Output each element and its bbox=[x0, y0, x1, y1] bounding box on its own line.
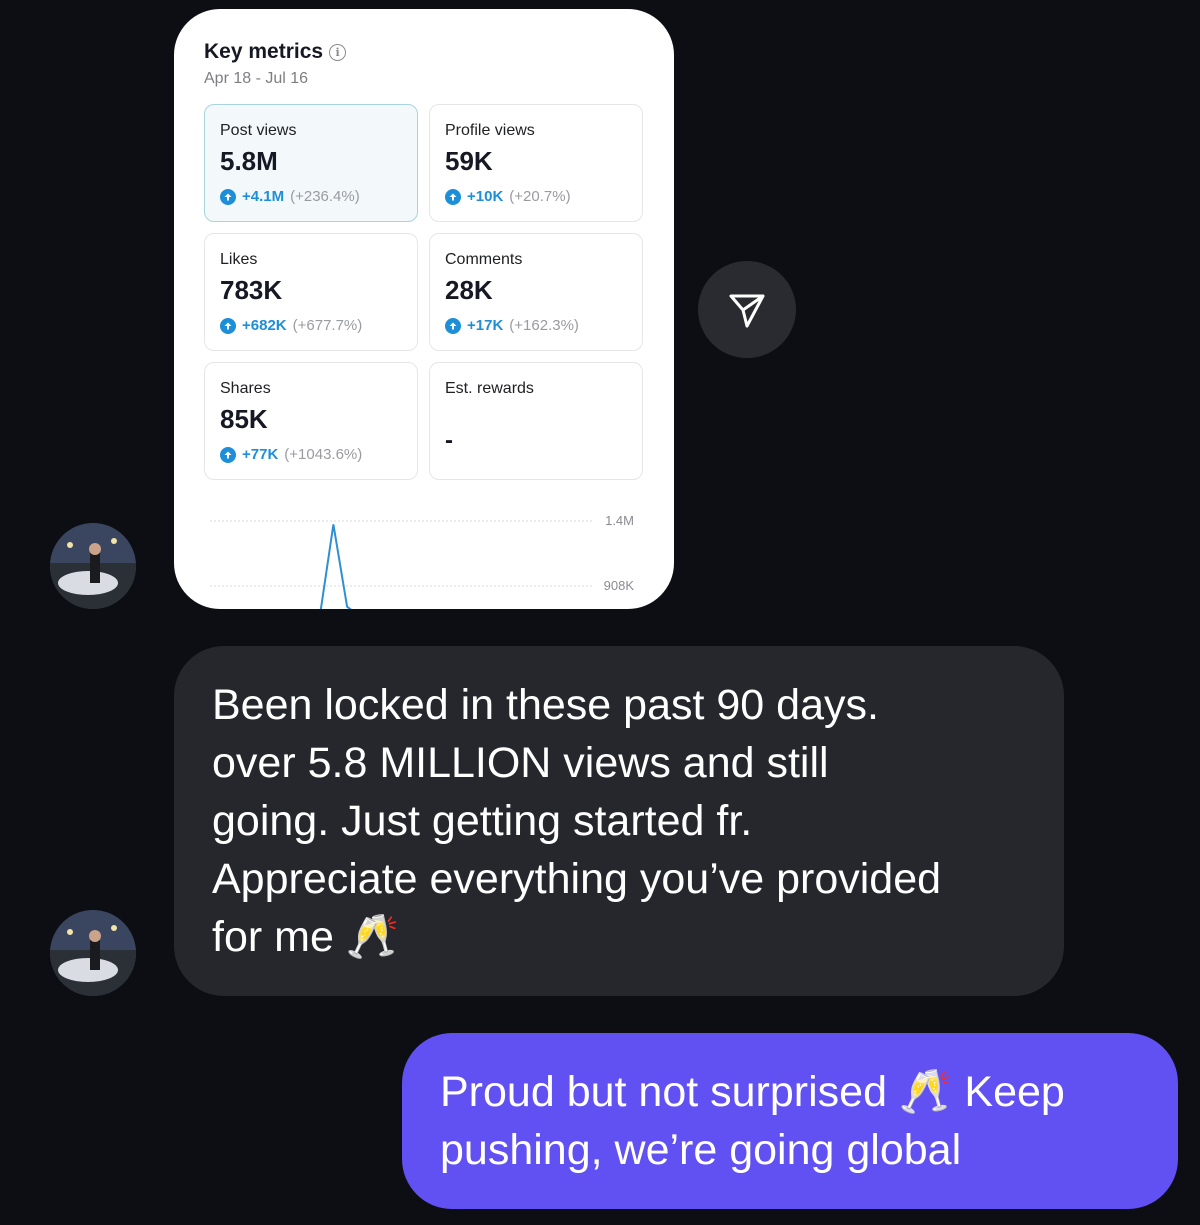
metric-label: Shares bbox=[220, 380, 271, 397]
metric-tile-post-views[interactable]: Post views 5.8M +4.1M (+236.4%) bbox=[204, 104, 418, 222]
sender-avatar[interactable] bbox=[50, 523, 136, 609]
metric-value: 28K bbox=[445, 275, 493, 305]
metric-delta: +10K (+20.7%) bbox=[445, 188, 571, 205]
delta-percent: (+1043.6%) bbox=[284, 446, 363, 463]
sender-avatar[interactable] bbox=[50, 910, 136, 996]
series-line bbox=[319, 524, 352, 609]
paper-plane-icon bbox=[729, 294, 765, 327]
metric-label: Likes bbox=[220, 251, 258, 268]
metric-delta: +17K (+162.3%) bbox=[445, 317, 579, 334]
metric-tile-profile-views[interactable]: Profile views 59K +10K (+20.7%) bbox=[429, 104, 643, 222]
delta-percent: (+236.4%) bbox=[290, 188, 360, 205]
delta-value: +4.1M bbox=[242, 188, 285, 205]
delta-percent: (+162.3%) bbox=[509, 317, 579, 334]
metric-delta: +4.1M (+236.4%) bbox=[220, 188, 360, 205]
arrow-up-circle-icon bbox=[220, 317, 236, 334]
info-icon[interactable]: i bbox=[329, 43, 347, 61]
metric-value: 5.8M bbox=[220, 146, 278, 176]
delta-percent: (+677.7%) bbox=[292, 317, 363, 334]
message-text: Proud but not surprised 🥂 Keep pushing, … bbox=[440, 1068, 1065, 1174]
metric-delta: +682K (+677.7%) bbox=[220, 317, 362, 334]
metric-tile-likes[interactable]: Likes 783K +682K (+677.7%) bbox=[204, 233, 418, 351]
metric-value: 59K bbox=[445, 146, 493, 176]
incoming-message-bubble[interactable]: Been locked in these past 90 days. over … bbox=[174, 646, 1064, 996]
avatar-photo bbox=[50, 523, 136, 609]
message-text: Been locked in these past 90 days. over … bbox=[212, 681, 942, 961]
delta-value: +682K bbox=[242, 317, 287, 334]
y-tick-label: 908K bbox=[604, 578, 635, 593]
metric-label: Est. rewards bbox=[445, 380, 534, 397]
avatar-photo bbox=[50, 910, 136, 996]
arrow-up-circle-icon bbox=[445, 317, 461, 334]
metric-tile-est-rewards[interactable]: Est. rewards - bbox=[429, 362, 643, 480]
post-views-chart: 1.4M 908K bbox=[210, 513, 635, 609]
share-button[interactable] bbox=[698, 261, 796, 358]
outgoing-message-bubble[interactable]: Proud but not surprised 🥂 Keep pushing, … bbox=[402, 1033, 1178, 1209]
shared-metrics-card[interactable]: Key metrics i Apr 18 - Jul 16 Post views… bbox=[174, 9, 674, 609]
metric-value: 783K bbox=[220, 275, 283, 305]
metric-delta: +77K (+1043.6%) bbox=[220, 446, 362, 463]
metric-label: Comments bbox=[445, 251, 523, 268]
delta-value: +17K bbox=[467, 317, 504, 334]
metric-tile-comments[interactable]: Comments 28K +17K (+162.3%) bbox=[429, 233, 643, 351]
delta-value: +77K bbox=[242, 446, 279, 463]
metric-value: 85K bbox=[220, 404, 268, 434]
card-title-text: Key metrics bbox=[204, 40, 324, 63]
metric-tile-shares[interactable]: Shares 85K +77K (+1043.6%) bbox=[204, 362, 418, 480]
delta-percent: (+20.7%) bbox=[509, 188, 571, 205]
arrow-up-circle-icon bbox=[445, 188, 461, 205]
arrow-up-circle-icon bbox=[220, 446, 236, 463]
date-range: Apr 18 - Jul 16 bbox=[204, 70, 309, 87]
delta-value: +10K bbox=[467, 188, 504, 205]
y-tick-label: 1.4M bbox=[605, 513, 634, 528]
arrow-up-circle-icon bbox=[220, 188, 236, 205]
metric-label: Profile views bbox=[445, 122, 535, 139]
card-title: Key metrics i bbox=[204, 40, 347, 64]
metric-label: Post views bbox=[220, 122, 297, 139]
metric-value: - bbox=[445, 427, 453, 454]
